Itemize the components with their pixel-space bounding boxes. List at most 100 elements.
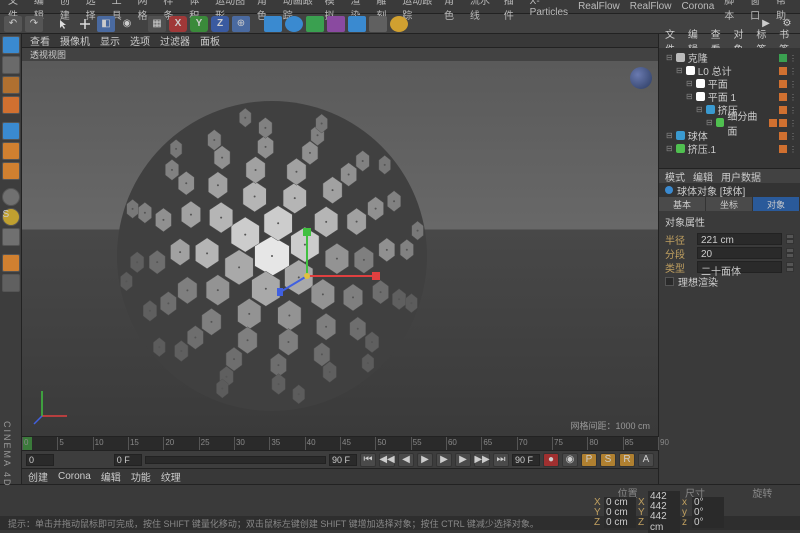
spinner[interactable] bbox=[786, 248, 794, 258]
cube-primitive[interactable] bbox=[264, 16, 282, 32]
menu-Corona[interactable]: Corona bbox=[681, 1, 714, 12]
navigation-gizmo[interactable] bbox=[630, 67, 652, 89]
menu-RealFlow[interactable]: RealFlow bbox=[578, 1, 620, 12]
axis-y-toggle[interactable]: Y bbox=[190, 16, 208, 32]
autokey[interactable]: ◉ bbox=[562, 453, 578, 467]
viewmenu-查看[interactable]: 查看 bbox=[30, 33, 50, 48]
grid-spacing-label: 网格间距：1000 cm bbox=[570, 419, 650, 432]
menu-X-Particles[interactable]: X-Particles bbox=[530, 0, 568, 18]
make-editable[interactable] bbox=[2, 36, 20, 54]
sphere-icon bbox=[665, 186, 673, 194]
play-back[interactable]: ▶ bbox=[417, 453, 433, 467]
mat-tab[interactable]: 功能 bbox=[131, 469, 151, 484]
viewmenu-过滤器[interactable]: 过滤器 bbox=[160, 33, 190, 48]
viewmenu-显示[interactable]: 显示 bbox=[100, 33, 120, 48]
attr-tab[interactable]: 模式 bbox=[665, 169, 685, 184]
polygon-mode[interactable] bbox=[2, 162, 20, 180]
viewmenu-面板[interactable]: 面板 bbox=[200, 33, 220, 48]
attr-value[interactable]: 20 bbox=[697, 247, 782, 259]
pos-Z[interactable]: 0 cm bbox=[604, 517, 636, 528]
menu-插件[interactable]: 插件 bbox=[504, 0, 520, 22]
key-rot[interactable]: R bbox=[619, 453, 635, 467]
range-end[interactable]: 90 F bbox=[329, 454, 357, 466]
axis-x-toggle[interactable]: X bbox=[169, 16, 187, 32]
spinner[interactable] bbox=[786, 262, 794, 272]
move-gizmo[interactable] bbox=[277, 226, 397, 306]
attr-value[interactable]: 二十面体 bbox=[697, 261, 782, 273]
obj-tab-基本[interactable]: 基本 bbox=[659, 197, 706, 211]
obj-tab-坐标[interactable]: 坐标 bbox=[706, 197, 753, 211]
attr-tab[interactable]: 编辑 bbox=[693, 169, 713, 184]
attr-object-title: 球体对象 [球体] bbox=[659, 183, 800, 197]
redo-button[interactable]: ↷ bbox=[25, 16, 43, 32]
attr-label: 分段 bbox=[665, 246, 693, 261]
prev-key[interactable]: ◀◀ bbox=[379, 453, 395, 467]
range-end2[interactable]: 90 F bbox=[512, 454, 540, 466]
spinner[interactable] bbox=[786, 234, 794, 244]
texture-mode[interactable] bbox=[2, 76, 20, 94]
select-tool[interactable] bbox=[55, 16, 73, 32]
axis-mode[interactable] bbox=[2, 188, 20, 206]
next-key[interactable]: ▶▶ bbox=[474, 453, 490, 467]
object-tree[interactable]: ⊟克隆⋮⋮⊟L0 总计⋮⋮⊟平面⋮⋮⊟平面 1⋮⋮⊟挤压⋮⋮⊟细分曲面⋮⋮⊟球体… bbox=[659, 48, 800, 168]
scale-tool[interactable]: ◧ bbox=[97, 16, 115, 32]
viewport[interactable]: 网格间距：1000 cm bbox=[22, 61, 658, 436]
menu-角色[interactable]: 角色 bbox=[444, 0, 460, 22]
current-frame[interactable]: 0 F bbox=[114, 454, 142, 466]
viewmenu-摄像机[interactable]: 摄像机 bbox=[60, 33, 90, 48]
point-mode[interactable] bbox=[2, 122, 20, 140]
record-key[interactable]: ● bbox=[543, 453, 559, 467]
attr-tab[interactable]: 用户数据 bbox=[721, 169, 761, 184]
menu-RealFlow[interactable]: RealFlow bbox=[630, 1, 672, 12]
mat-tab[interactable]: 编辑 bbox=[101, 469, 121, 484]
move-tool[interactable] bbox=[76, 16, 94, 32]
tree-row[interactable]: ⊟L0 总计⋮⋮ bbox=[662, 64, 797, 77]
light[interactable] bbox=[390, 16, 408, 32]
next-frame[interactable]: ▶ bbox=[455, 453, 471, 467]
recent-tool[interactable]: ▦ bbox=[148, 16, 166, 32]
environment[interactable] bbox=[348, 16, 366, 32]
mat-tab[interactable]: 纹理 bbox=[161, 469, 181, 484]
model-mode[interactable] bbox=[2, 56, 20, 74]
goto-end[interactable]: ⏭ bbox=[493, 453, 509, 467]
viewport-solo[interactable] bbox=[2, 254, 20, 272]
xray-mode[interactable] bbox=[2, 274, 20, 292]
spline-primitive[interactable] bbox=[285, 16, 303, 32]
coord-system[interactable]: ⊕ bbox=[232, 16, 250, 32]
tree-row[interactable]: ⊟细分曲面⋮⋮ bbox=[662, 116, 797, 129]
deformer[interactable] bbox=[327, 16, 345, 32]
prev-frame[interactable]: ◀ bbox=[398, 453, 414, 467]
playback-bar: 0 0 F 90 F ⏮ ◀◀ ◀ ▶ ▶ ▶ ▶▶ ⏭ 90 F ● ◉ P … bbox=[22, 450, 658, 468]
key-scale[interactable]: S bbox=[600, 453, 616, 467]
menu-脚本[interactable]: 脚本 bbox=[724, 0, 740, 22]
undo-button[interactable]: ↶ bbox=[4, 16, 22, 32]
edge-mode[interactable] bbox=[2, 142, 20, 160]
axis-z-toggle[interactable]: Z bbox=[211, 16, 229, 32]
rotate-tool[interactable]: ◉ bbox=[118, 16, 136, 32]
key-pos[interactable]: P bbox=[581, 453, 597, 467]
camera[interactable] bbox=[369, 16, 387, 32]
generator[interactable] bbox=[306, 16, 324, 32]
range-slider[interactable] bbox=[145, 456, 326, 464]
key-param[interactable]: A bbox=[638, 453, 654, 467]
attr-section-title: 对象属性 bbox=[665, 214, 794, 229]
range-start[interactable]: 0 bbox=[26, 454, 54, 466]
mat-tab[interactable]: 创建 bbox=[28, 469, 48, 484]
ideal-render-checkbox[interactable] bbox=[665, 277, 674, 286]
material-tabs: 创建 Corona 编辑功能纹理 bbox=[22, 468, 658, 484]
attr-value[interactable]: 221 cm bbox=[697, 233, 782, 245]
play-forward[interactable]: ▶ bbox=[436, 453, 452, 467]
workplane[interactable] bbox=[2, 228, 20, 246]
goto-start[interactable]: ⏮ bbox=[360, 453, 376, 467]
viewmenu-选项[interactable]: 选项 bbox=[130, 33, 150, 48]
timeline[interactable]: 051015202530354045505560657075808590 bbox=[22, 436, 658, 450]
size-Z[interactable]: 442 cm bbox=[648, 511, 680, 533]
workplane-mode[interactable] bbox=[2, 96, 20, 114]
menu-流水线[interactable]: 流水线 bbox=[470, 0, 494, 22]
rot-Z[interactable]: 0° bbox=[692, 517, 724, 528]
snap-mode[interactable]: S bbox=[2, 208, 20, 226]
menu-运动跟踪[interactable]: 运动跟踪 bbox=[402, 0, 434, 22]
obj-tab-对象[interactable]: 对象 bbox=[753, 197, 800, 211]
mat-tab[interactable]: Corona bbox=[58, 471, 91, 482]
tree-row[interactable]: ⊟挤压.1⋮⋮ bbox=[662, 142, 797, 155]
